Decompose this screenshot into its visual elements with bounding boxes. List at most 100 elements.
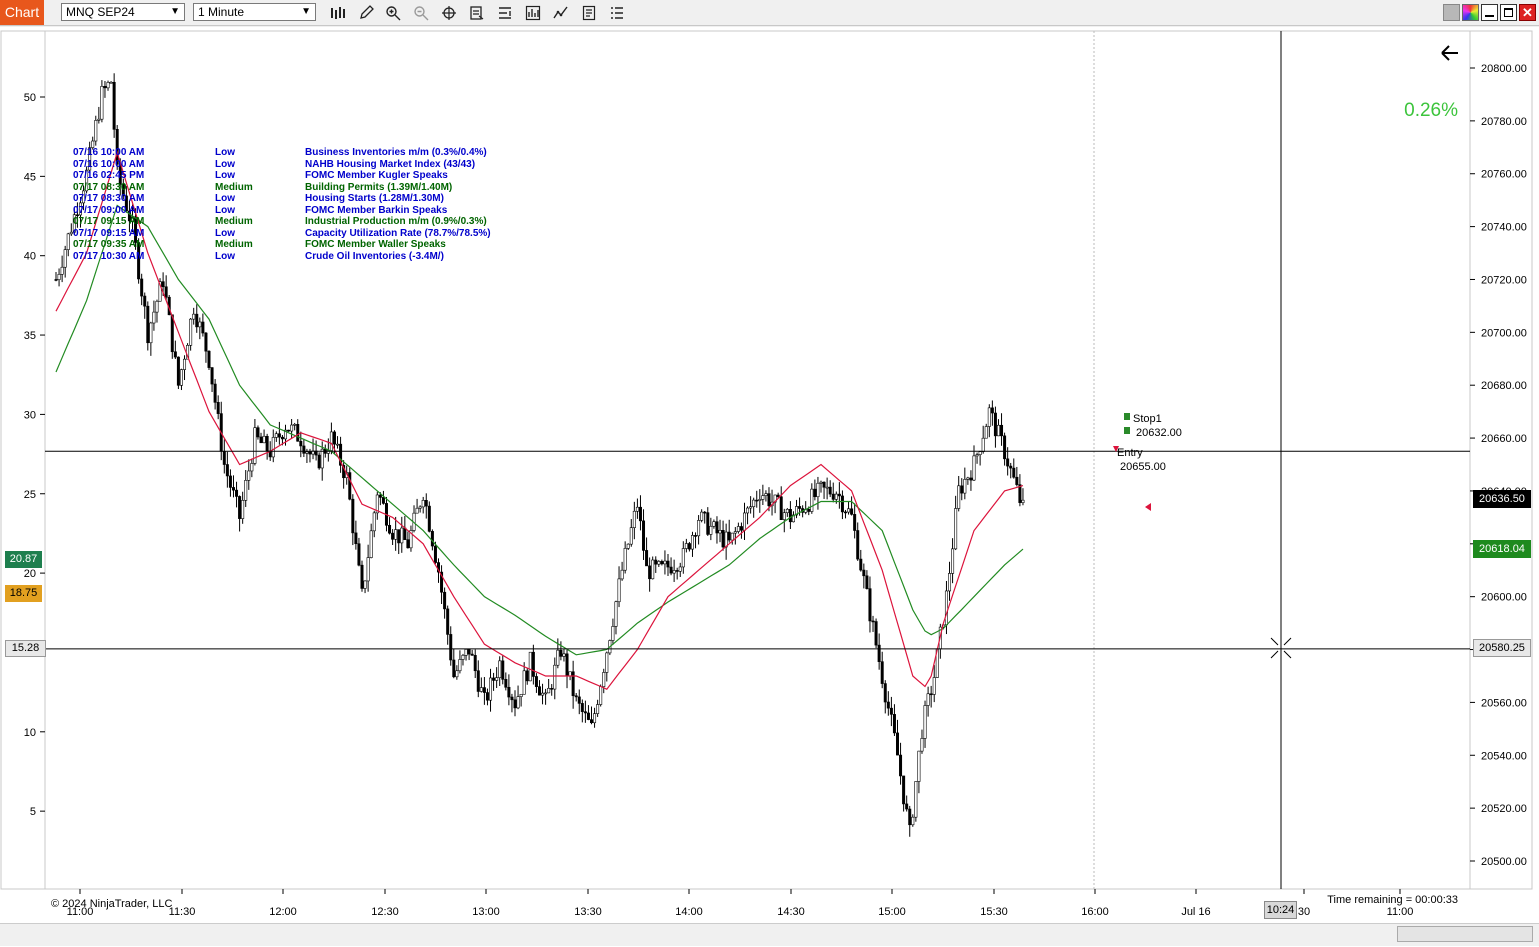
stop-marker-2[interactable] — [1124, 427, 1130, 434]
candle-body — [1009, 465, 1013, 469]
candle-body — [427, 505, 431, 532]
candle-body — [225, 464, 229, 477]
indicators-icon[interactable] — [550, 3, 572, 22]
candle-body — [201, 321, 205, 334]
candle-body — [504, 679, 508, 688]
candle-body — [730, 532, 734, 541]
candle-body — [155, 300, 159, 313]
candle-body — [271, 437, 275, 458]
entry-order-price: 20655.00 — [1120, 461, 1166, 473]
candle-body — [709, 525, 713, 535]
candle-body — [856, 530, 860, 560]
candle-body — [406, 539, 410, 549]
candle-body — [235, 489, 239, 497]
color-icon[interactable] — [1462, 4, 1479, 21]
candle-body — [513, 699, 517, 709]
candle-body — [951, 548, 955, 574]
candle-body — [892, 714, 896, 734]
news-time: 07/17 09:00 AM — [73, 204, 145, 216]
candle-body — [850, 508, 854, 515]
minimize-icon[interactable] — [1481, 4, 1498, 21]
time-axis-label: 11:30 — [169, 906, 196, 918]
strategies-icon[interactable] — [522, 3, 544, 22]
candle-body — [819, 481, 823, 484]
candle-body — [954, 508, 958, 550]
candle-body — [541, 692, 545, 696]
data-box-icon[interactable] — [466, 3, 488, 22]
zoom-out-icon[interactable] — [410, 3, 432, 22]
left-axis-panel — [0, 30, 46, 890]
chart-app-label[interactable]: Chart — [0, 0, 44, 25]
workspace-icon[interactable] — [1443, 4, 1460, 21]
candle-body — [580, 703, 584, 712]
candle-body — [369, 530, 373, 558]
news-time: 07/16 02:45 PM — [73, 170, 145, 181]
candle-body — [620, 569, 624, 580]
candle-body — [507, 686, 511, 698]
menu-icon[interactable] — [606, 3, 628, 22]
candle-body — [660, 561, 664, 565]
scrollbar-thumb[interactable] — [1397, 926, 1533, 942]
candle-body — [948, 573, 952, 592]
properties-icon[interactable] — [494, 3, 516, 22]
bar-type-icon[interactable] — [327, 3, 349, 22]
candle-body — [146, 305, 150, 344]
candle-body — [302, 445, 306, 454]
candle-body — [492, 677, 496, 681]
candle-body — [183, 358, 187, 370]
candle-body — [700, 511, 704, 521]
candle-body — [424, 500, 428, 507]
news-event: FOMC Member Barkin Speaks — [305, 204, 448, 216]
maximize-icon[interactable] — [1500, 4, 1517, 21]
candle-body — [742, 512, 746, 531]
candle-body — [694, 535, 698, 537]
chart-panel[interactable]: 20800.00 20780.00 20760.00 20740.00 20720.00… — [0, 27, 1539, 947]
candle-body — [684, 543, 688, 549]
news-event: Capacity Utilization Rate (78.7%/78.5%) — [305, 227, 491, 239]
candle-body — [764, 493, 768, 496]
candle-body — [577, 696, 581, 704]
candle-body — [721, 529, 725, 548]
news-time: 07/17 09:15 AM — [73, 216, 145, 227]
candle-body — [724, 531, 728, 548]
candle-body — [675, 570, 679, 572]
candle-body — [663, 560, 667, 565]
horizontal-scrollbar[interactable] — [0, 923, 1539, 946]
candle-body — [969, 477, 973, 481]
candle-body — [198, 321, 202, 328]
candle-body — [645, 550, 649, 567]
candle-body — [265, 435, 269, 452]
candle-body — [589, 719, 593, 724]
candle-body — [336, 443, 340, 446]
candle-body — [388, 524, 392, 534]
candle-body — [397, 529, 401, 544]
zoom-in-icon[interactable] — [382, 3, 404, 22]
stop-order-label: Stop1 — [1133, 413, 1162, 425]
right-axis-label: 20600.00 — [1481, 592, 1527, 604]
stop-marker[interactable] — [1124, 413, 1130, 420]
candle-body — [583, 711, 587, 714]
instrument-selector[interactable]: MNQ SEP24 ▼ — [61, 3, 185, 21]
candle-body — [394, 529, 398, 540]
templates-icon[interactable] — [578, 3, 600, 22]
candle-body — [629, 527, 633, 545]
candle-body — [100, 86, 104, 120]
crosshair-icon[interactable] — [438, 3, 460, 22]
candle-body — [746, 507, 750, 514]
pencil-icon[interactable] — [355, 3, 377, 22]
candle-body — [418, 506, 422, 509]
candle-body — [241, 500, 245, 519]
candle-body — [244, 480, 248, 501]
time-axis-label: 11:00 — [1387, 906, 1414, 918]
candle-body — [222, 451, 226, 465]
candle-body — [482, 687, 486, 693]
candle-body — [739, 526, 743, 531]
candle-body — [843, 511, 847, 514]
entry-order-label: Entry — [1117, 447, 1143, 459]
ema-value-label: 20618.04 — [1473, 540, 1531, 558]
left-axis-label: 50 — [24, 92, 36, 104]
interval-selector[interactable]: 1 Minute ▼ — [193, 3, 316, 21]
candle-body — [210, 367, 214, 385]
candle-body — [638, 506, 642, 522]
close-icon[interactable]: ✕ — [1519, 4, 1536, 21]
